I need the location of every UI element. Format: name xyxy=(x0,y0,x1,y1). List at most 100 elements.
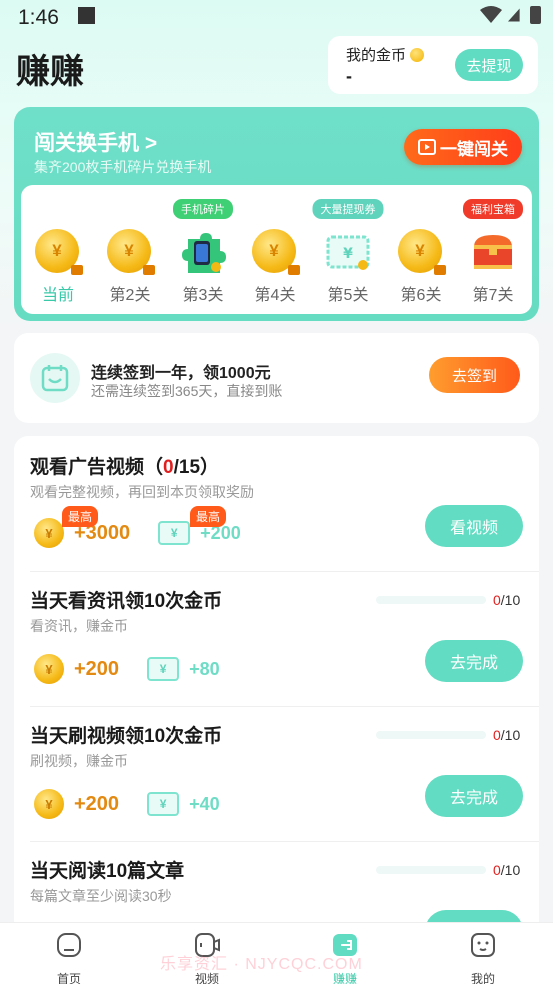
divider xyxy=(30,571,539,572)
progress-total: /10 xyxy=(500,862,521,878)
level-4[interactable]: 第4关 xyxy=(245,185,305,314)
complete-button[interactable]: 去完成 xyxy=(425,640,523,682)
ticket-reward: +80 xyxy=(189,658,220,679)
progress-done: 0 xyxy=(493,862,501,878)
task-progress-bar xyxy=(376,596,486,604)
coin-icon xyxy=(398,229,446,275)
challenge-title[interactable]: 闯关换手机 > xyxy=(34,127,157,157)
task-title-prefix: 观看广告视频（ xyxy=(30,457,164,478)
signin-card: 连续签到一年，领1000元 还需连续签到365天，直接到账 去签到 xyxy=(14,333,539,423)
level-3[interactable]: 手机碎片 第3关 xyxy=(173,185,233,314)
status-icons xyxy=(480,6,541,24)
levels-track: 当前 第2关 手机碎片 第3关 第4关 大量提现券 xyxy=(21,185,532,314)
nav-label: 我的 xyxy=(470,972,495,984)
one-click-challenge-label: 一键闯关 xyxy=(440,139,508,159)
task-title: 观看广告视频（0/15） xyxy=(30,452,219,479)
signin-title: 连续签到一年，领1000元 xyxy=(91,365,271,382)
progress-total: /10 xyxy=(500,727,521,743)
level-1[interactable]: 当前 xyxy=(28,185,88,314)
battery-icon xyxy=(530,6,541,24)
task-progress-bar xyxy=(376,866,486,874)
treasure-chest-icon xyxy=(470,229,516,275)
ticket-reward: +40 xyxy=(189,793,220,814)
level-label: 第5关 xyxy=(327,287,369,304)
max-badge: 最高 xyxy=(62,506,99,527)
level-tag: 手机碎片 xyxy=(173,199,233,219)
calendar-icon xyxy=(30,353,80,403)
level-2[interactable]: 第2关 xyxy=(100,185,160,314)
divider xyxy=(30,841,539,842)
task-progress-count: 0/10 xyxy=(493,592,520,608)
task-desc: 刷视频，赚金币 xyxy=(30,753,128,769)
status-bar: 1:46 xyxy=(0,0,553,34)
task-progress-count: 0/10 xyxy=(493,862,520,878)
task-progress-count: 0/10 xyxy=(493,727,520,743)
progress-done: 0 xyxy=(493,727,501,743)
task-desc: 每篇文章至少阅读30秒 xyxy=(30,888,172,904)
coin-reward: +200 xyxy=(74,792,120,815)
level-label: 第2关 xyxy=(109,287,151,304)
ticket-play-icon xyxy=(418,139,436,155)
challenge-card: 闯关换手机 > 集齐200枚手机碎片兑换手机 一键闯关 当前 第2关 手机碎片 xyxy=(14,107,539,321)
level-label: 第6关 xyxy=(400,287,442,304)
nav-home[interactable]: 首页 xyxy=(29,931,109,984)
task-title: 当天看资讯领10次金币 xyxy=(30,591,223,612)
wallet-card: 我的金币 - 去提现 xyxy=(328,36,538,94)
signal-icon xyxy=(508,8,520,22)
divider xyxy=(30,706,539,707)
task-list: 观看广告视频（0/15） 观看完整视频，再回到本页领取奖励 +3000 ¥ +2… xyxy=(14,436,539,936)
level-tag: 大量提现券 xyxy=(312,199,384,219)
one-click-challenge-button[interactable]: 一键闯关 xyxy=(404,129,522,165)
ticket-icon: ¥ xyxy=(325,229,371,275)
phone-piece-icon xyxy=(180,229,226,275)
svg-text:¥: ¥ xyxy=(343,246,353,262)
progress-total: /10 xyxy=(500,592,521,608)
coin-icon xyxy=(107,229,155,275)
task-rewards: +200 ¥ +80 xyxy=(34,654,220,684)
task-progress-bar xyxy=(376,731,486,739)
coin-icon xyxy=(34,654,64,684)
max-badge: 最高 xyxy=(190,506,227,527)
wallet-label: 我的金币 xyxy=(346,44,425,65)
page-title: 赚赚 xyxy=(16,53,84,91)
home-icon xyxy=(57,933,81,957)
status-time: 1:46 xyxy=(18,6,59,29)
coin-reward: +200 xyxy=(74,657,120,680)
wallet-value: - xyxy=(346,66,352,86)
nav-label: 首页 xyxy=(56,972,81,984)
watch-video-button[interactable]: 看视频 xyxy=(425,505,523,547)
challenge-title-text: 闯关换手机 xyxy=(34,132,139,155)
nav-profile[interactable]: 我的 xyxy=(443,931,523,984)
level-label: 第3关 xyxy=(182,287,224,304)
level-tag: 福利宝箱 xyxy=(463,199,523,219)
wifi-icon xyxy=(480,6,502,23)
level-label: 当前 xyxy=(41,287,74,304)
coin-icon xyxy=(410,47,425,62)
task-rewards: +200 ¥ +40 xyxy=(34,789,220,819)
coin-icon xyxy=(35,229,83,275)
watermark: 乐享资汇 · NJYCQC.COM xyxy=(160,956,363,973)
level-label: 第7关 xyxy=(472,287,514,304)
task-title: 当天阅读10篇文章 xyxy=(30,861,185,882)
complete-button[interactable]: 去完成 xyxy=(425,775,523,817)
signin-button[interactable]: 去签到 xyxy=(429,357,520,393)
withdraw-button[interactable]: 去提现 xyxy=(455,49,523,81)
task-desc: 观看完整视频，再回到本页领取奖励 xyxy=(30,484,254,500)
chevron-right-icon: > xyxy=(144,132,158,155)
level-7[interactable]: 福利宝箱 第7关 xyxy=(463,185,523,314)
level-5[interactable]: 大量提现券 ¥ 第5关 xyxy=(312,185,384,314)
wallet-label-text: 我的金币 xyxy=(346,47,407,64)
coin-icon xyxy=(252,229,300,275)
signin-subtitle: 还需连续签到365天，直接到账 xyxy=(91,383,283,399)
level-6[interactable]: 第6关 xyxy=(391,185,451,314)
progress-done: 0 xyxy=(493,592,501,608)
level-label: 第4关 xyxy=(254,287,296,304)
ticket-icon: ¥ xyxy=(147,792,180,816)
coin-icon xyxy=(34,789,64,819)
task-title-count: 0 xyxy=(163,457,174,478)
profile-icon xyxy=(471,933,495,957)
task-desc: 看资讯，赚金币 xyxy=(30,618,128,634)
ticket-icon: ¥ xyxy=(158,521,191,545)
coin-icon xyxy=(34,518,64,548)
task-title-suffix: /15） xyxy=(173,457,220,478)
